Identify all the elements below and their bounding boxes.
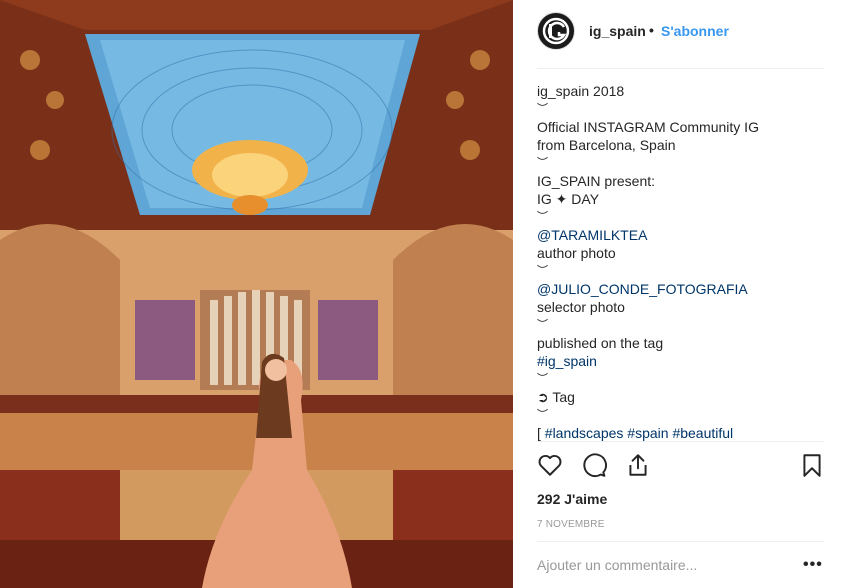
hashtag-link[interactable]: #spain xyxy=(623,425,668,441)
action-bar xyxy=(537,452,824,482)
bookmark-icon xyxy=(803,454,821,477)
post-date[interactable]: 7 NOVEMBRE xyxy=(537,519,605,530)
caption-line: published on the tag xyxy=(537,335,664,351)
caption-line: IG_SPAIN present: xyxy=(537,173,656,189)
heart-icon xyxy=(538,454,562,476)
photo-illustration xyxy=(0,0,513,588)
like-button[interactable] xyxy=(537,452,565,480)
ig-logo-avatar-icon xyxy=(539,14,573,48)
separator-dot: • xyxy=(649,22,654,38)
share-icon xyxy=(629,454,647,476)
follow-button[interactable]: S'abonner xyxy=(661,23,729,39)
caption-line: ➲ Tag xyxy=(537,389,575,405)
hashtag-link[interactable]: #landscapes xyxy=(541,425,624,441)
caption-line: IG ✦ DAY xyxy=(537,191,600,207)
comment-button[interactable] xyxy=(581,452,609,480)
post-details-panel: ig_spain • S'abonner ig_spain 2018 ︶ Offic… xyxy=(513,0,844,588)
caption-link[interactable]: @TARAMILKTEA xyxy=(537,226,827,244)
caption-line: author photo xyxy=(537,245,616,261)
caption-line: selector photo xyxy=(537,299,625,315)
caption-line: from Barcelona, Spain xyxy=(537,137,676,153)
comment-divider xyxy=(537,541,824,542)
caption-separator: ︶ xyxy=(537,319,548,331)
caption-link[interactable]: @JULIO_CONDE_FOTOGRAFIA xyxy=(537,280,827,298)
caption-separator: ︶ xyxy=(537,103,548,115)
more-options-button[interactable]: ••• xyxy=(803,556,823,574)
caption-line: ig_spain 2018 xyxy=(537,83,625,99)
hashtag-link[interactable]: #beautiful xyxy=(669,425,733,441)
username[interactable]: ig_spain xyxy=(589,23,646,39)
post-photo[interactable] xyxy=(0,0,513,588)
caption-link[interactable]: #ig_spain xyxy=(537,352,827,370)
likes-count[interactable]: 292 J'aime xyxy=(537,491,607,507)
header-divider xyxy=(537,68,824,69)
caption-hashtags: [ #landscapes #spain #beautiful xyxy=(537,424,827,442)
post-caption: ig_spain 2018 ︶ Official INSTAGRAM Communi… xyxy=(537,82,827,442)
caption-separator: ︶ xyxy=(537,373,548,385)
comment-bubble-icon xyxy=(583,453,607,478)
avatar[interactable] xyxy=(537,12,575,50)
caption-separator: ︶ xyxy=(537,409,548,421)
post-header: ig_spain • S'abonner xyxy=(513,0,844,68)
share-button[interactable] xyxy=(625,452,653,480)
caption-separator: ︶ xyxy=(537,265,548,277)
caption-line: Official INSTAGRAM Community IG xyxy=(537,119,759,135)
caption-separator: ︶ xyxy=(537,157,548,169)
comment-input[interactable]: Ajouter un commentaire... xyxy=(537,557,797,573)
caption-separator: ︶ xyxy=(537,211,548,223)
save-button[interactable] xyxy=(799,452,827,480)
caption-divider xyxy=(537,441,824,442)
